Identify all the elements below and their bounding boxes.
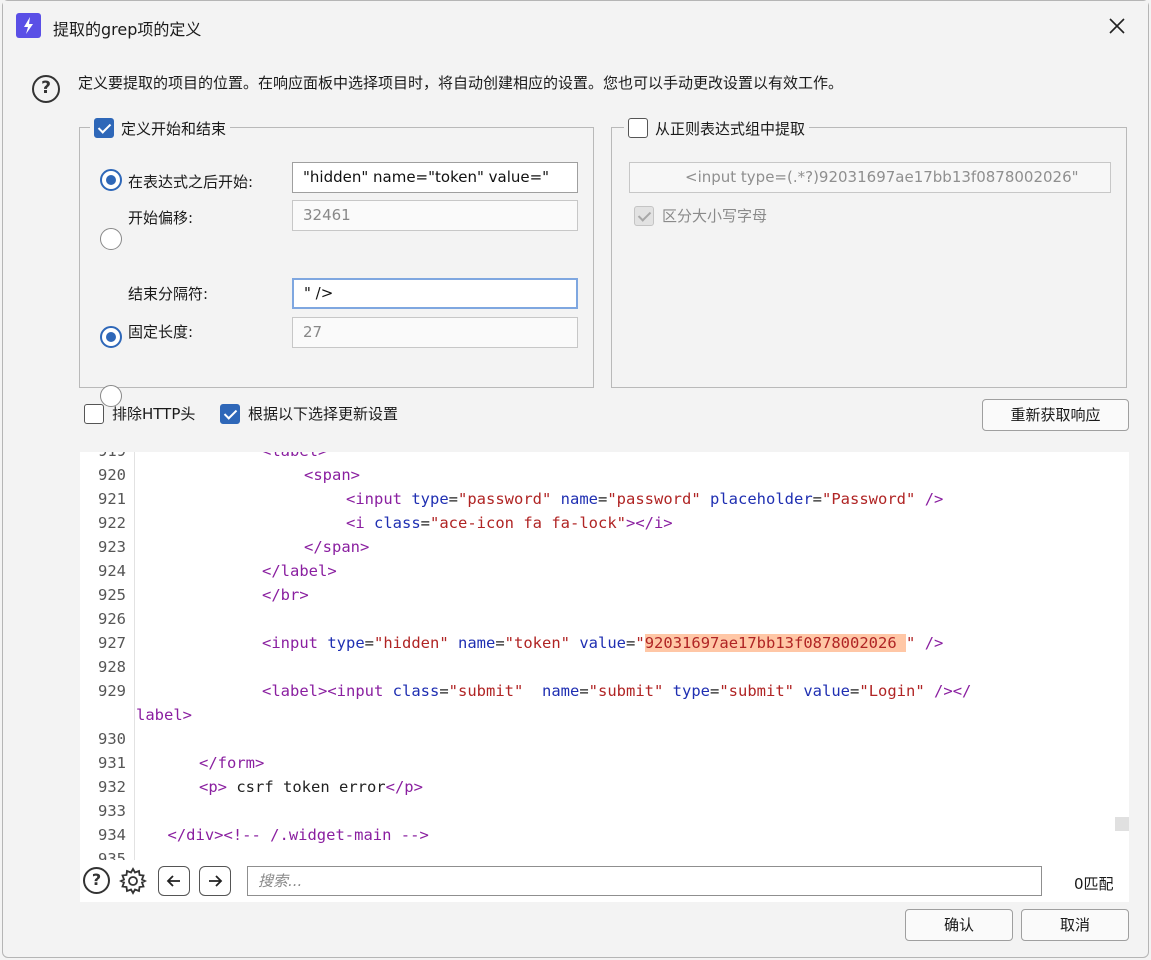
end-delimiter-input[interactable]: " /> xyxy=(292,278,578,309)
line-number: 930 xyxy=(98,730,126,748)
ok-button[interactable]: 确认 xyxy=(905,909,1013,941)
refetch-response-button[interactable]: 重新获取响应 xyxy=(982,399,1129,431)
start-after-radio[interactable] xyxy=(100,169,122,191)
exclude-http-checkbox[interactable] xyxy=(84,403,104,424)
regex-group-title: 从正则表达式组中提取 xyxy=(624,117,810,139)
start-offset-input[interactable]: 32461 xyxy=(292,200,578,231)
line-number: 932 xyxy=(98,778,126,796)
help-icon[interactable]: ? xyxy=(83,867,110,894)
gutter-divider xyxy=(134,452,135,860)
line-number: 922 xyxy=(98,514,126,532)
start-after-label: 在表达式之后开始: xyxy=(128,173,254,191)
update-on-select-label: 根据以下选择更新设置 xyxy=(248,405,399,423)
close-icon[interactable] xyxy=(1103,12,1131,40)
help-icon[interactable]: ? xyxy=(32,75,60,103)
code-line: <input type="hidden" name="token" value=… xyxy=(262,634,944,652)
response-code-view[interactable]: 919 <label> 920 <span> 921 <input type="passw… xyxy=(80,452,1129,860)
exclude-http-option: 排除HTTP头 xyxy=(84,403,195,424)
code-line: label> xyxy=(136,706,192,724)
code-line: <i class="ace-icon fa fa-lock"></i> xyxy=(346,514,673,532)
code-line: <span> xyxy=(304,466,360,484)
start-after-input[interactable]: "hidden" name="token" value=" xyxy=(292,162,578,193)
define-start-end-checkbox[interactable] xyxy=(94,118,114,138)
update-on-select-option: 根据以下选择更新设置 xyxy=(220,403,398,424)
start-offset-label: 开始偏移: xyxy=(128,209,194,227)
code-line: <input type="password" name="password" p… xyxy=(346,490,944,508)
line-number: 926 xyxy=(98,610,126,628)
regex-extract-label: 从正则表达式组中提取 xyxy=(655,119,806,138)
line-number: 928 xyxy=(98,658,126,676)
code-line: <label> xyxy=(262,452,327,460)
burp-lightning-icon xyxy=(16,13,41,38)
line-number: 934 xyxy=(98,826,126,844)
line-number: 935 xyxy=(98,850,126,860)
gear-icon[interactable] xyxy=(118,866,148,900)
line-number: 931 xyxy=(98,754,126,772)
line-number: 923 xyxy=(98,538,126,556)
line-number: 925 xyxy=(98,586,126,604)
regex-extract-checkbox[interactable] xyxy=(628,118,648,138)
case-sensitive-option: 区分大小写字母 xyxy=(634,205,767,226)
end-delimiter-radio[interactable] xyxy=(100,326,122,348)
define-start-end-label: 定义开始和结束 xyxy=(121,119,227,138)
start-end-group-title: 定义开始和结束 xyxy=(90,117,231,139)
case-sensitive-label: 区分大小写字母 xyxy=(662,207,768,225)
code-line: </form> xyxy=(199,754,265,772)
line-number: 919 xyxy=(80,452,126,460)
line-number: 920 xyxy=(98,466,126,484)
code-line: </div><!-- /.widget-main --> xyxy=(167,826,429,844)
fixed-length-label: 固定长度: xyxy=(128,323,194,341)
line-number: 921 xyxy=(98,490,126,508)
search-input[interactable]: 搜索... xyxy=(247,866,1042,896)
window-title: 提取的grep项的定义 xyxy=(53,20,202,39)
arrow-left-icon[interactable] xyxy=(158,866,190,896)
line-number: 927 xyxy=(98,634,126,652)
code-line: </label> xyxy=(262,562,337,580)
match-count: 0匹配 xyxy=(1074,875,1114,893)
regex-input[interactable]: <input type=(.*?)92031697ae17bb13f087800… xyxy=(629,162,1111,193)
cancel-button[interactable]: 取消 xyxy=(1021,909,1129,941)
update-on-select-checkbox[interactable] xyxy=(220,403,240,424)
case-sensitive-checkbox[interactable] xyxy=(634,205,654,226)
fixed-length-input[interactable]: 27 xyxy=(292,317,578,348)
line-number: 933 xyxy=(98,802,126,820)
scrollbar-thumb[interactable] xyxy=(1115,817,1129,831)
line-number: 924 xyxy=(98,562,126,580)
code-line: <p> csrf token error</p> xyxy=(199,778,423,796)
code-line: </br> xyxy=(262,586,309,604)
arrow-right-icon[interactable] xyxy=(199,866,231,896)
exclude-http-label: 排除HTTP头 xyxy=(112,405,196,423)
start-offset-radio[interactable] xyxy=(100,228,122,250)
code-line: </span> xyxy=(304,538,370,556)
line-number: 929 xyxy=(98,682,126,700)
end-delimiter-label: 结束分隔符: xyxy=(128,285,209,303)
code-line: <label><input class="submit" name="submi… xyxy=(262,682,972,700)
description-text: 定义要提取的项目的位置。在响应面板中选择项目时，将自动创建相应的设置。您也可以手… xyxy=(78,74,844,92)
